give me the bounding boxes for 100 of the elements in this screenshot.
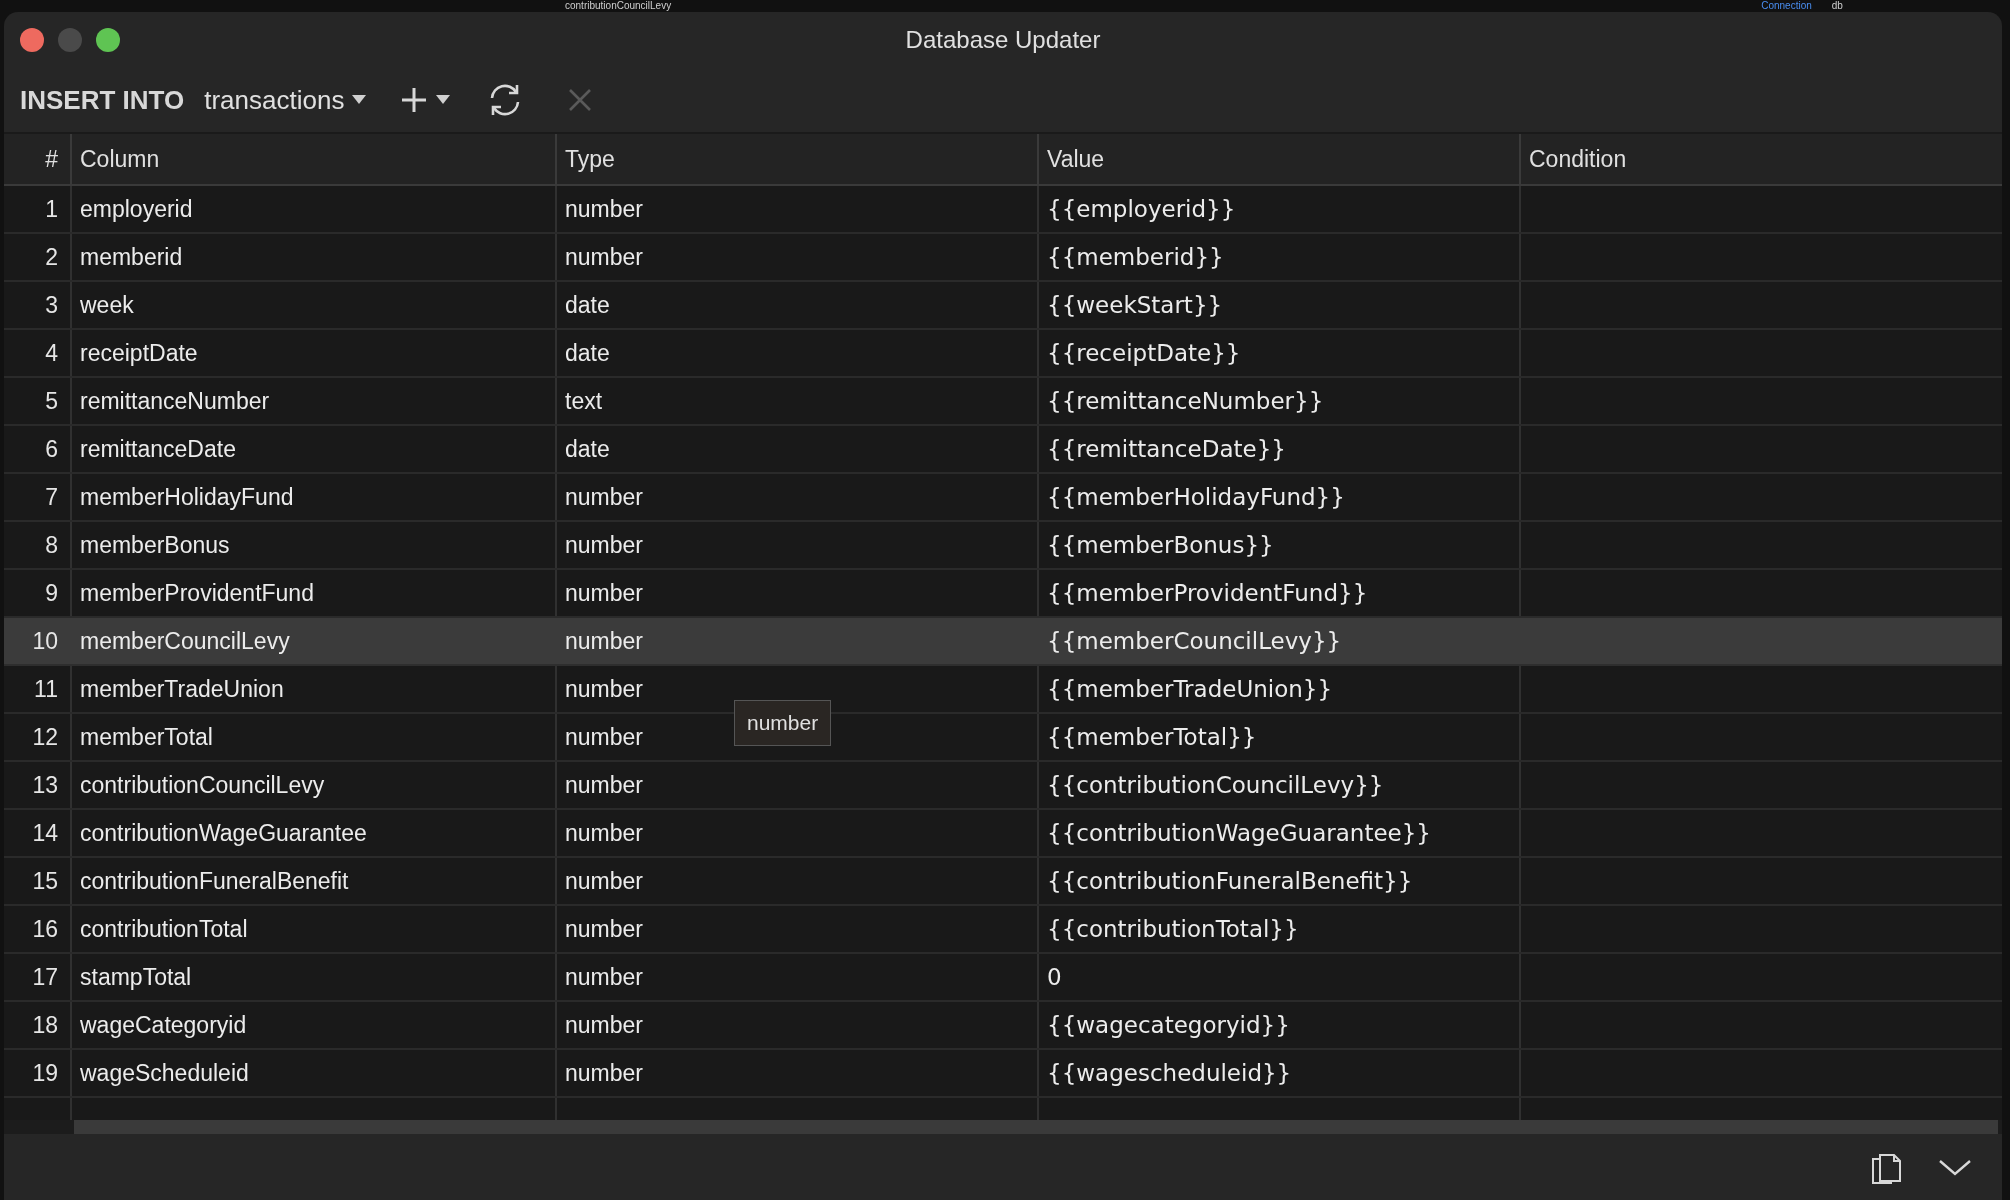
table-row[interactable]: 18 wageCategoryid number {{wagecategoryid}}	[4, 1002, 2002, 1050]
row-number: 11	[34, 674, 58, 704]
value-cell-text: {{contributionFuneralBenefit}}	[1047, 866, 1413, 896]
statement-label: INSERT INTO	[20, 83, 185, 117]
type-cell-text: number	[565, 674, 643, 704]
table-row[interactable]: 4 receiptDate date {{receiptDate}}	[4, 330, 2002, 378]
table-row[interactable]: 1 employerid number {{employerid}}	[4, 186, 2002, 234]
value-cell-text: {{memberid}}	[1047, 242, 1224, 272]
value-cell-text: {{memberTradeUnion}}	[1047, 674, 1333, 704]
table-row[interactable]: 15 contributionFuneralBenefit number {{contributionFuneralBenefit}}	[4, 858, 2002, 906]
table-row[interactable]: 10 memberCouncilLevy number {{memberCouncilLevy}}	[4, 618, 2002, 666]
type-cell-text: number	[565, 962, 643, 992]
column-name-cell-text: stampTotal	[80, 962, 192, 992]
row-number: 14	[32, 818, 58, 848]
window-title: Database Updater	[905, 25, 1101, 55]
table-row[interactable]: 11 memberTradeUnion number {{memberTradeUnion}}	[4, 666, 2002, 714]
row-number: 5	[45, 386, 58, 416]
row-number: 17	[32, 962, 58, 992]
value-cell-text: 0	[1047, 962, 1062, 992]
type-cell-text: date	[565, 434, 610, 464]
column-name-cell-text: contributionWageGuarantee	[80, 818, 367, 848]
table-row[interactable]: 7 memberHolidayFund number {{memberHolidayFund}}	[4, 474, 2002, 522]
value-cell-text: {{wagecategoryid}}	[1047, 1010, 1290, 1040]
horizontal-scrollbar[interactable]	[74, 1120, 1998, 1134]
table-row[interactable]: 5 remittanceNumber text {{remittanceNumber}}	[4, 378, 2002, 426]
type-cell-text: number	[565, 194, 643, 224]
table-row[interactable]: 17 stampTotal number 0	[4, 954, 2002, 1002]
column-name-cell-text: memberTotal	[80, 722, 213, 752]
table-dropdown[interactable]: transactions	[204, 80, 367, 120]
zoom-window-button[interactable]	[96, 28, 120, 52]
column-name-cell-text: receiptDate	[80, 338, 198, 368]
table-row[interactable]: 13 contributionCouncilLevy number {{contributionCouncilLevy}}	[4, 762, 2002, 810]
type-cell-text: date	[565, 338, 610, 368]
close-icon	[568, 88, 593, 112]
type-cell-text: number	[565, 818, 643, 848]
value-cell-text: {{receiptDate}}	[1047, 338, 1241, 368]
plus-icon	[400, 86, 429, 114]
add-button[interactable]	[400, 86, 451, 114]
table-row[interactable]: 3 week date {{weekStart}}	[4, 282, 2002, 330]
type-cell-text: number	[565, 1010, 643, 1040]
column-name-cell-text: memberProvidentFund	[80, 578, 314, 608]
value-cell-text: {{memberProvidentFund}}	[1047, 578, 1368, 608]
value-cell-text: {{weekStart}}	[1047, 290, 1223, 320]
value-cell-text: {{employerid}}	[1047, 194, 1236, 224]
table-row[interactable]: 8 memberBonus number {{memberBonus}}	[4, 522, 2002, 570]
column-header[interactable]: #	[45, 141, 58, 177]
row-number: 16	[32, 914, 58, 944]
value-cell-text: {{memberHolidayFund}}	[1047, 482, 1345, 512]
type-cell-text: text	[565, 386, 603, 416]
value-cell-text: {{contributionTotal}}	[1047, 914, 1299, 944]
row-number: 18	[32, 1010, 58, 1040]
tooltip: number	[734, 700, 832, 746]
row-number: 8	[45, 530, 58, 560]
value-cell-text: {{remittanceDate}}	[1047, 434, 1286, 464]
column-name-cell-text: contributionTotal	[80, 914, 248, 944]
column-name-cell-text: memberTradeUnion	[80, 674, 284, 704]
type-cell-text: number	[565, 482, 643, 512]
table-row[interactable]: 19 wageScheduleid number {{wagescheduleid}}	[4, 1050, 2002, 1098]
column-name-cell-text: memberCouncilLevy	[80, 626, 290, 656]
chevron-down-icon[interactable]	[1938, 1158, 1972, 1176]
row-number: 7	[45, 482, 58, 512]
column-header[interactable]: Value	[1047, 141, 1105, 177]
column-name-cell-text: remittanceDate	[80, 434, 236, 464]
table-row[interactable]: 9 memberProvidentFund number {{memberProvidentFund}}	[4, 570, 2002, 618]
column-name-cell-text: contributionFuneralBenefit	[80, 866, 349, 896]
column-header[interactable]: Condition	[1529, 141, 1627, 177]
type-cell-text: number	[565, 722, 643, 752]
type-cell-text: number	[565, 578, 643, 608]
type-cell-text: number	[565, 626, 643, 656]
row-number: 2	[45, 242, 58, 272]
column-name-cell-text: memberHolidayFund	[80, 482, 294, 512]
column-header[interactable]: Type	[565, 141, 615, 177]
column-header[interactable]: Column	[80, 141, 160, 177]
table-row[interactable]: 14 contributionWageGuarantee number {{contributionWageGuarantee}}	[4, 810, 2002, 858]
column-name-cell-text: wageScheduleid	[80, 1058, 249, 1088]
close-window-button[interactable]	[20, 28, 44, 52]
background-text: db	[1831, 1, 1843, 11]
type-cell-text: number	[565, 914, 643, 944]
row-number: 15	[32, 866, 58, 896]
row-number: 4	[45, 338, 58, 368]
table-row[interactable]: 2 memberid number {{memberid}}	[4, 234, 2002, 282]
type-cell-text: date	[565, 290, 610, 320]
row-number: 19	[32, 1058, 58, 1088]
type-cell-text: number	[565, 866, 643, 896]
type-cell-text: number	[565, 1058, 643, 1088]
background-text: contributionCouncilLevy	[565, 1, 672, 11]
type-cell-text: number	[565, 242, 643, 272]
row-number: 12	[32, 722, 58, 752]
row-number: 1	[45, 194, 58, 224]
table-row[interactable]: 16 contributionTotal number {{contributionTotal}}	[4, 906, 2002, 954]
type-cell-text: number	[565, 530, 643, 560]
value-cell-text: {{memberTotal}}	[1047, 722, 1257, 752]
value-cell-text: {{contributionCouncilLevy}}	[1047, 770, 1384, 800]
value-cell-text: {{contributionWageGuarantee}}	[1047, 818, 1431, 848]
row-number: 3	[45, 290, 58, 320]
column-name-cell-text: week	[80, 290, 134, 320]
row-number: 13	[32, 770, 58, 800]
row-number: 9	[45, 578, 58, 608]
row-number: 6	[45, 434, 58, 464]
table-row[interactable]: 6 remittanceDate date {{remittanceDate}}	[4, 426, 2002, 474]
